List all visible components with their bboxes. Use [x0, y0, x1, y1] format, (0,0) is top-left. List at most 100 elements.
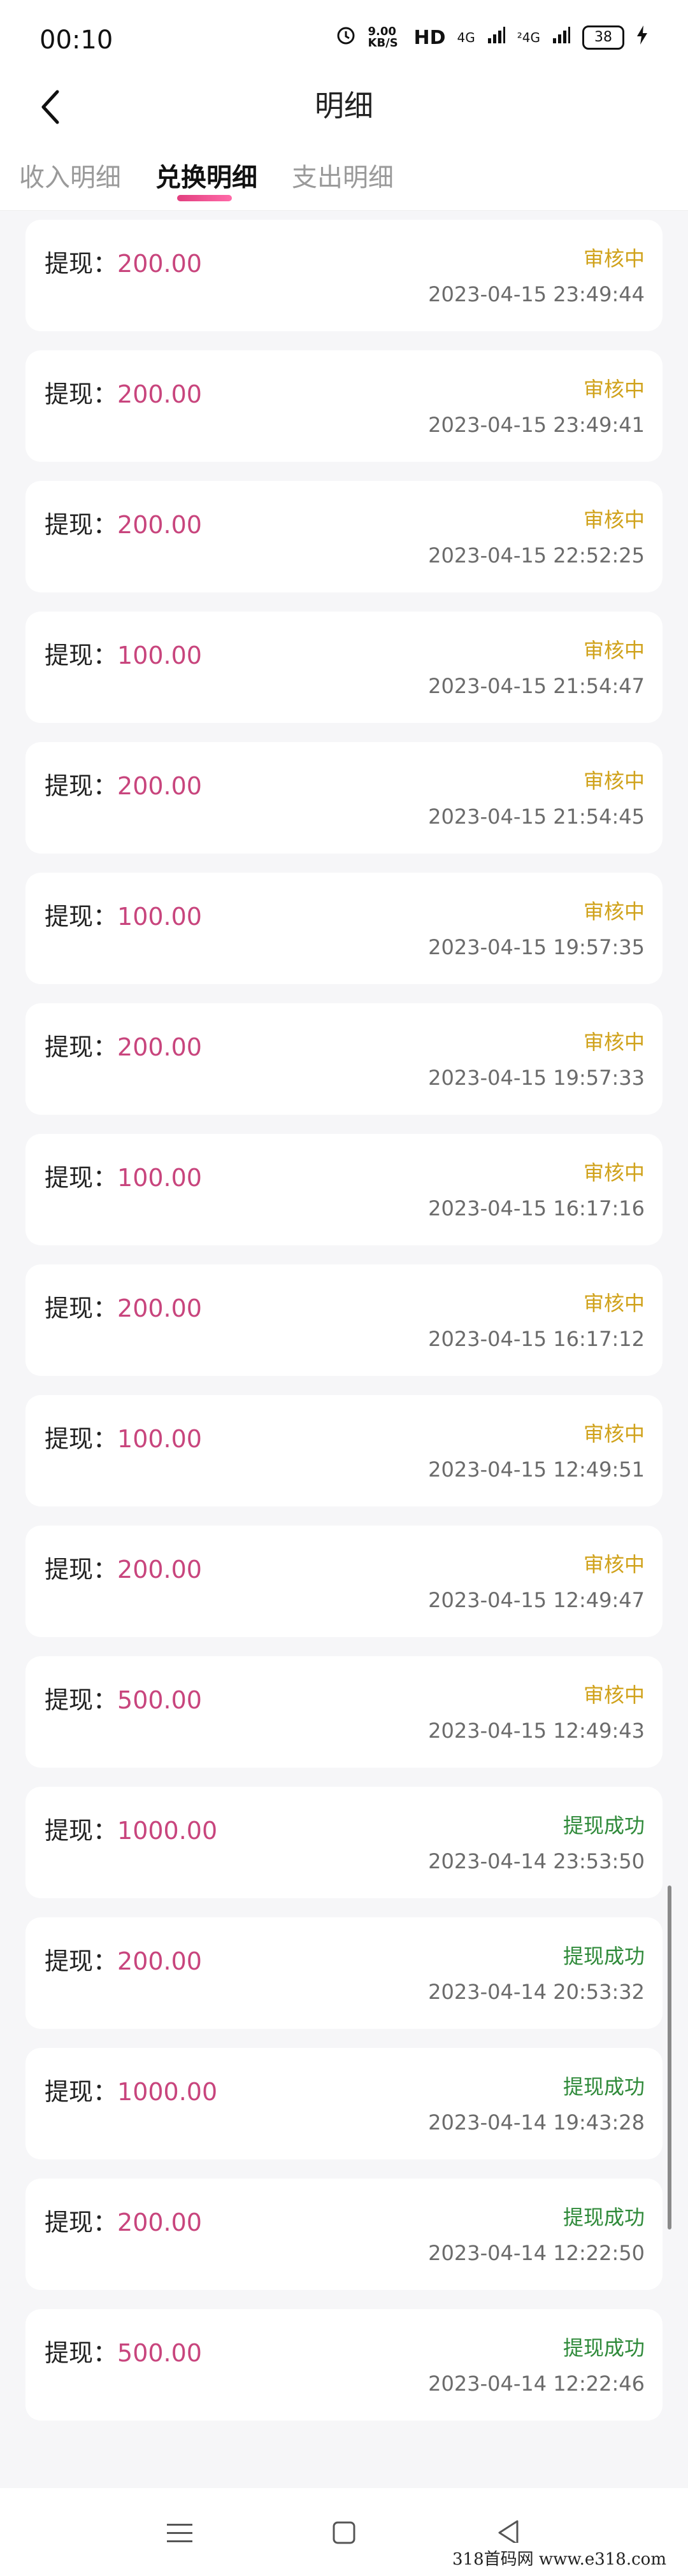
record-status: 审核中: [583, 1291, 645, 1315]
record-status: 提现成功: [563, 2336, 645, 2360]
record-label: 提现：100.00: [45, 897, 202, 932]
record-label-prefix: 提现：: [45, 1033, 118, 1061]
record-card: 提现：200.00 审核中 2023-04-15 23:49:44: [25, 220, 663, 331]
record-label: 提现：200.00: [45, 1027, 202, 1063]
record-amount: 200.00: [117, 1947, 202, 1975]
signal-4g-2: ²4G: [517, 30, 540, 45]
record-time: 2023-04-15 12:49:47: [428, 1588, 645, 1612]
record-status: 审核中: [583, 1683, 645, 1707]
signal-bars-icon-2: [552, 25, 571, 50]
record-time: 2023-04-15 16:17:12: [428, 1327, 645, 1351]
record-status: 审核中: [583, 1422, 645, 1446]
record-label: 提现：100.00: [45, 1158, 202, 1193]
record-label-prefix: 提现：: [45, 903, 118, 931]
record-card: 提现：200.00 审核中 2023-04-15 21:54:45: [25, 742, 663, 854]
record-status: 审核中: [583, 247, 645, 271]
record-amount: 100.00: [117, 641, 202, 669]
record-time: 2023-04-15 19:57:35: [428, 935, 645, 959]
record-amount: 100.00: [117, 903, 202, 931]
record-amount: 200.00: [117, 511, 202, 539]
record-label: 提现：200.00: [45, 2203, 202, 2238]
record-status: 审核中: [583, 1552, 645, 1577]
record-label: 提现：100.00: [45, 1419, 202, 1454]
record-status: 提现成功: [563, 1814, 645, 1838]
record-status: 审核中: [583, 377, 645, 401]
record-amount: 1000.00: [117, 2078, 218, 2106]
record-status: 审核中: [583, 1161, 645, 1185]
menu-button[interactable]: [161, 2514, 199, 2552]
record-amount: 200.00: [117, 1033, 202, 1061]
record-card: 提现：100.00 审核中 2023-04-15 12:49:51: [25, 1395, 663, 1506]
record-time: 2023-04-15 22:52:25: [428, 543, 645, 568]
hd-indicator: HD: [413, 26, 446, 49]
tab-income[interactable]: 收入明细: [19, 157, 121, 194]
record-amount: 200.00: [117, 2208, 202, 2236]
record-label-prefix: 提现：: [45, 772, 118, 800]
record-time: 2023-04-15 21:54:45: [428, 805, 645, 829]
record-time: 2023-04-15 21:54:47: [428, 674, 645, 698]
status-icons: 9.00 KB/S HD 4G ²4G 38: [335, 24, 649, 51]
record-card: 提现：200.00 提现成功 2023-04-14 20:53:32: [25, 1917, 663, 2029]
record-label-prefix: 提现：: [45, 380, 118, 408]
record-amount: 200.00: [117, 772, 202, 800]
record-label-prefix: 提现：: [45, 1164, 118, 1192]
record-time: 2023-04-14 19:43:28: [428, 2110, 645, 2135]
watermark: 318首码网 www.e318.com: [431, 2543, 688, 2576]
record-time: 2023-04-14 20:53:32: [428, 1980, 645, 2004]
record-amount: 1000.00: [117, 1817, 218, 1845]
record-label-prefix: 提现：: [45, 1817, 118, 1845]
tab-expense[interactable]: 支出明细: [292, 157, 394, 194]
record-label-prefix: 提现：: [45, 2339, 118, 2367]
record-time: 2023-04-15 12:49:43: [428, 1719, 645, 1743]
record-label-prefix: 提现：: [45, 511, 118, 539]
record-label: 提现：1000.00: [45, 2072, 217, 2107]
record-label: 提现：200.00: [45, 505, 202, 540]
record-card: 提现：200.00 审核中 2023-04-15 16:17:12: [25, 1264, 663, 1376]
record-label-prefix: 提现：: [45, 641, 118, 669]
record-label-prefix: 提现：: [45, 1947, 118, 1975]
record-card: 提现：500.00 审核中 2023-04-15 12:49:43: [25, 1656, 663, 1768]
record-label: 提现：200.00: [45, 244, 202, 279]
record-label-prefix: 提现：: [45, 1686, 118, 1714]
record-card: 提现：100.00 审核中 2023-04-15 16:17:16: [25, 1134, 663, 1245]
record-status: 审核中: [583, 769, 645, 793]
record-label: 提现：200.00: [45, 766, 202, 801]
record-status: 审核中: [583, 638, 645, 662]
active-tab-indicator: [177, 195, 232, 201]
record-card: 提现：200.00 审核中 2023-04-15 22:52:25: [25, 481, 663, 592]
battery-icon: 38: [582, 25, 624, 50]
record-card: 提现：200.00 审核中 2023-04-15 23:49:41: [25, 350, 663, 462]
record-amount: 200.00: [117, 1556, 202, 1584]
record-label-prefix: 提现：: [45, 1425, 118, 1453]
scrollbar[interactable]: [668, 1885, 671, 2229]
record-label: 提现：200.00: [45, 375, 202, 410]
status-time: 00:10: [39, 25, 113, 55]
record-status: 提现成功: [563, 2205, 645, 2229]
record-status: 审核中: [583, 899, 645, 924]
record-card: 提现：100.00 审核中 2023-04-15 19:57:35: [25, 873, 663, 984]
record-label: 提现：100.00: [45, 636, 202, 671]
record-time: 2023-04-14 23:53:50: [428, 1849, 645, 1873]
record-time: 2023-04-14 12:22:50: [428, 2241, 645, 2265]
record-label-prefix: 提现：: [45, 1294, 118, 1322]
tab-exchange[interactable]: 兑换明细: [155, 157, 257, 194]
charging-icon: [636, 24, 649, 51]
header: 明细: [0, 70, 688, 140]
record-label: 提现：200.00: [45, 1289, 202, 1324]
home-button[interactable]: [325, 2514, 363, 2552]
record-card: 提现：500.00 提现成功 2023-04-14 12:22:46: [25, 2309, 663, 2421]
record-status: 审核中: [583, 508, 645, 532]
record-status: 提现成功: [563, 2075, 645, 2099]
record-time: 2023-04-15 16:17:16: [428, 1196, 645, 1220]
record-time: 2023-04-15 19:57:33: [428, 1066, 645, 1090]
record-label: 提现：200.00: [45, 1942, 202, 1977]
record-time: 2023-04-14 12:22:46: [428, 2372, 645, 2396]
record-card: 提现：200.00 审核中 2023-04-15 19:57:33: [25, 1003, 663, 1115]
record-label: 提现：200.00: [45, 1550, 202, 1585]
record-card: 提现：1000.00 提现成功 2023-04-14 19:43:28: [25, 2048, 663, 2159]
record-label-prefix: 提现：: [45, 1556, 118, 1584]
record-status: 审核中: [583, 1030, 645, 1054]
record-label-prefix: 提现：: [45, 2078, 118, 2106]
record-card: 提现：200.00 审核中 2023-04-15 12:49:47: [25, 1526, 663, 1637]
alarm-icon: [335, 24, 357, 51]
